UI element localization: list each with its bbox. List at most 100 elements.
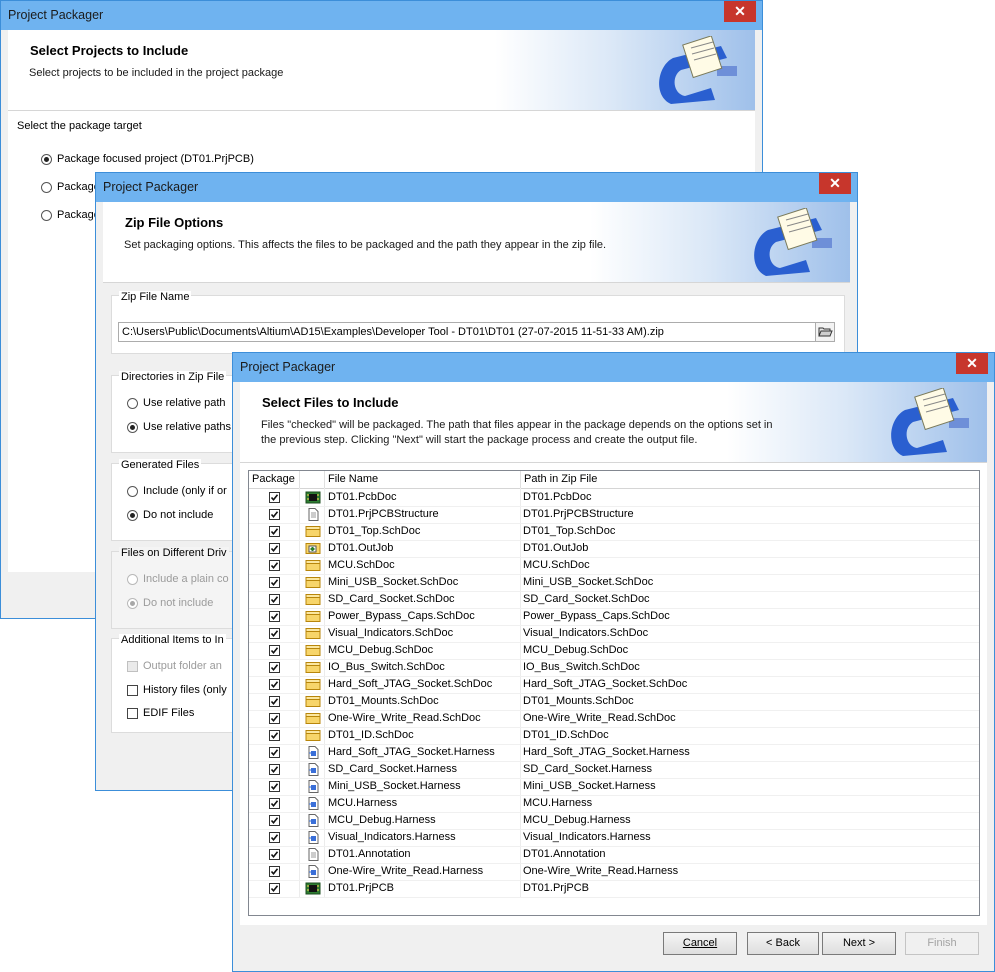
table-row[interactable]: MCU_Debug.SchDoc MCU_Debug.SchDoc bbox=[249, 642, 979, 660]
package-checkbox[interactable] bbox=[269, 747, 280, 758]
finish-button[interactable]: Finish bbox=[905, 932, 979, 955]
package-checkbox[interactable] bbox=[269, 509, 280, 520]
package-checkbox[interactable] bbox=[269, 781, 280, 792]
table-row[interactable]: DT01.OutJob DT01.OutJob bbox=[249, 540, 979, 558]
zip-path-cell: Mini_USB_Socket.Harness bbox=[523, 780, 656, 792]
file-name-cell: DT01.PrjPCB bbox=[328, 882, 395, 894]
package-checkbox[interactable] bbox=[269, 526, 280, 537]
package-checkbox[interactable] bbox=[269, 730, 280, 741]
checkmark-icon bbox=[270, 698, 279, 706]
different-drives-group bbox=[111, 551, 243, 629]
table-row[interactable]: DT01.PcbDoc DT01.PcbDoc bbox=[249, 489, 979, 507]
table-row[interactable]: DT01_Top.SchDoc DT01_Top.SchDoc bbox=[249, 523, 979, 541]
title-bar[interactable]: Project Packager ✕ bbox=[233, 353, 994, 382]
table-row[interactable]: Mini_USB_Socket.Harness Mini_USB_Socket.H… bbox=[249, 778, 979, 796]
package-checkbox[interactable] bbox=[269, 662, 280, 673]
table-row[interactable]: DT01.PrjPCB DT01.PrjPCB bbox=[249, 880, 979, 898]
radio-include-plain-copy[interactable]: Include a plain co bbox=[127, 573, 229, 585]
package-checkbox[interactable] bbox=[269, 560, 280, 571]
radio-option-2[interactable]: Package bbox=[41, 181, 100, 193]
checkbox-edif-files[interactable]: EDIF Files bbox=[127, 707, 194, 719]
table-row[interactable]: DT01.Annotation DT01.Annotation bbox=[249, 846, 979, 864]
package-checkbox[interactable] bbox=[269, 594, 280, 605]
package-checkbox[interactable] bbox=[269, 866, 280, 877]
table-row[interactable]: MCU.Harness MCU.Harness bbox=[249, 795, 979, 813]
radio-icon bbox=[41, 209, 52, 221]
radio-option-3[interactable]: Package bbox=[41, 209, 100, 221]
package-checkbox[interactable] bbox=[269, 679, 280, 690]
column-header-path[interactable]: Path in Zip File bbox=[524, 473, 597, 485]
checkbox-history-files[interactable]: History files (only bbox=[127, 684, 227, 696]
file-name-cell: SD_Card_Socket.SchDoc bbox=[328, 593, 455, 605]
radio-selected-icon bbox=[41, 153, 52, 165]
file-name-cell: IO_Bus_Switch.SchDoc bbox=[328, 661, 445, 673]
table-row[interactable]: DT01.PrjPCBStructure DT01.PrjPCBStructure bbox=[249, 506, 979, 524]
package-checkbox[interactable] bbox=[269, 815, 280, 826]
next-button[interactable]: Next > bbox=[822, 932, 896, 955]
generated-files-group bbox=[111, 463, 243, 541]
table-row[interactable]: Hard_Soft_JTAG_Socket.SchDoc Hard_Soft_JT… bbox=[249, 676, 979, 694]
cancel-button[interactable]: Cancel bbox=[663, 932, 737, 955]
schematic-icon bbox=[305, 712, 321, 725]
table-row[interactable]: Mini_USB_Socket.SchDoc Mini_USB_Socket.Sc… bbox=[249, 574, 979, 592]
radio-do-not-include-generated[interactable]: Do not include bbox=[127, 509, 213, 521]
package-checkbox[interactable] bbox=[269, 883, 280, 894]
table-row[interactable]: MCU.SchDoc MCU.SchDoc bbox=[249, 557, 979, 575]
radio-include-generated[interactable]: Include (only if or bbox=[127, 485, 227, 497]
zip-path-cell: Power_Bypass_Caps.SchDoc bbox=[523, 610, 670, 622]
column-header-package[interactable]: Package bbox=[252, 473, 295, 485]
table-row[interactable]: IO_Bus_Switch.SchDoc IO_Bus_Switch.SchDoc bbox=[249, 659, 979, 677]
table-row[interactable]: DT01_ID.SchDoc DT01_ID.SchDoc bbox=[249, 727, 979, 745]
radio-relative-path[interactable]: Use relative path bbox=[127, 397, 226, 409]
file-name-cell: DT01.PrjPCBStructure bbox=[328, 508, 439, 520]
browse-button[interactable] bbox=[815, 322, 835, 342]
package-checkbox[interactable] bbox=[269, 832, 280, 843]
zip-path-cell: One-Wire_Write_Read.Harness bbox=[523, 865, 679, 877]
table-row[interactable]: SD_Card_Socket.SchDoc SD_Card_Socket.SchD… bbox=[249, 591, 979, 609]
schematic-icon bbox=[305, 610, 321, 623]
package-checkbox[interactable] bbox=[269, 611, 280, 622]
radio-selected-icon bbox=[127, 509, 138, 521]
package-checkbox[interactable] bbox=[269, 543, 280, 554]
checkbox-output-folder[interactable]: Output folder an bbox=[127, 660, 222, 672]
close-button[interactable]: ✕ bbox=[819, 173, 851, 194]
table-row[interactable]: One-Wire_Write_Read.Harness One-Wire_Writ… bbox=[249, 863, 979, 881]
table-row[interactable]: One-Wire_Write_Read.SchDoc One-Wire_Write… bbox=[249, 710, 979, 728]
radio-icon bbox=[127, 397, 138, 409]
file-name-cell: DT01.Annotation bbox=[328, 848, 411, 860]
table-row[interactable]: Visual_Indicators.SchDoc Visual_Indicator… bbox=[249, 625, 979, 643]
radio-relative-paths[interactable]: Use relative paths bbox=[127, 421, 231, 433]
title-bar[interactable]: Project Packager ✕ bbox=[1, 1, 762, 30]
file-name-cell: Hard_Soft_JTAG_Socket.Harness bbox=[328, 746, 495, 758]
zip-path-cell: MCU_Debug.Harness bbox=[523, 814, 631, 826]
table-row[interactable]: Hard_Soft_JTAG_Socket.Harness Hard_Soft_J… bbox=[249, 744, 979, 762]
back-button[interactable]: < Back bbox=[747, 932, 819, 955]
title-bar[interactable]: Project Packager ✕ bbox=[96, 173, 857, 202]
schematic-icon bbox=[305, 644, 321, 657]
package-checkbox[interactable] bbox=[269, 713, 280, 724]
table-row[interactable]: DT01_Mounts.SchDoc DT01_Mounts.SchDoc bbox=[249, 693, 979, 711]
package-checkbox[interactable] bbox=[269, 764, 280, 775]
file-name-cell: Mini_USB_Socket.Harness bbox=[328, 780, 461, 792]
package-checkbox[interactable] bbox=[269, 798, 280, 809]
close-button[interactable]: ✕ bbox=[724, 1, 756, 22]
table-row[interactable]: Visual_Indicators.Harness Visual_Indicato… bbox=[249, 829, 979, 847]
package-checkbox[interactable] bbox=[269, 696, 280, 707]
files-table[interactable]: Package File Name Path in Zip File DT01.… bbox=[248, 470, 980, 916]
package-checkbox[interactable] bbox=[269, 645, 280, 656]
radio-focused-project[interactable]: Package focused project (DT01.PrjPCB) bbox=[41, 153, 254, 165]
close-button[interactable]: ✕ bbox=[956, 353, 988, 374]
table-row[interactable]: SD_Card_Socket.Harness SD_Card_Socket.Har… bbox=[249, 761, 979, 779]
column-header-file-name[interactable]: File Name bbox=[328, 473, 378, 485]
zip-file-path-input[interactable]: C:\Users\Public\Documents\Altium\AD15\Ex… bbox=[118, 322, 835, 342]
radio-do-not-include-drives[interactable]: Do not include bbox=[127, 597, 213, 609]
package-checkbox[interactable] bbox=[269, 577, 280, 588]
file-name-cell: One-Wire_Write_Read.SchDoc bbox=[328, 712, 481, 724]
table-row[interactable]: Power_Bypass_Caps.SchDoc Power_Bypass_Cap… bbox=[249, 608, 979, 626]
folder-open-icon bbox=[818, 327, 833, 337]
package-checkbox[interactable] bbox=[269, 492, 280, 503]
package-checkbox[interactable] bbox=[269, 849, 280, 860]
package-checkbox[interactable] bbox=[269, 628, 280, 639]
generated-files-label: Generated Files bbox=[119, 459, 202, 471]
table-row[interactable]: MCU_Debug.Harness MCU_Debug.Harness bbox=[249, 812, 979, 830]
